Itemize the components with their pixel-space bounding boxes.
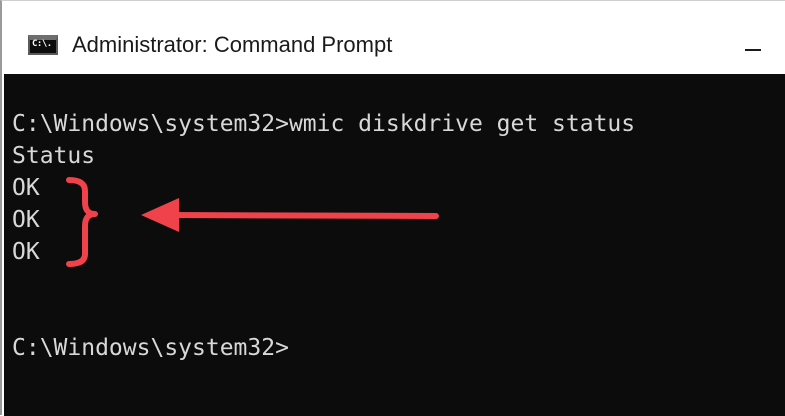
console-line-command: C:\Windows\system32>wmic diskdrive get s… (12, 111, 636, 137)
console-line-result: OK (12, 175, 40, 201)
console-icon[interactable]: C:\. (28, 35, 58, 55)
minimize-button[interactable] (728, 20, 778, 68)
console-line-result: OK (12, 207, 40, 233)
console-line-result: OK (12, 239, 40, 265)
console-output[interactable]: C:\Windows\system32>wmic diskdrive get s… (4, 74, 785, 416)
minimize-icon (745, 49, 761, 51)
console-line-header: Status (12, 143, 96, 169)
arrow-left-icon (141, 198, 439, 232)
console-icon-glyph: C:\. (32, 39, 52, 49)
title-bar[interactable]: C:\. Administrator: Command Prompt (4, 2, 785, 74)
console-line-prompt: C:\Windows\system32> (12, 335, 289, 361)
window-title: Administrator: Command Prompt (72, 32, 393, 57)
command-prompt-window: C:\. Administrator: Command Prompt C:\Wi… (0, 0, 785, 416)
curly-brace-icon (66, 177, 98, 267)
